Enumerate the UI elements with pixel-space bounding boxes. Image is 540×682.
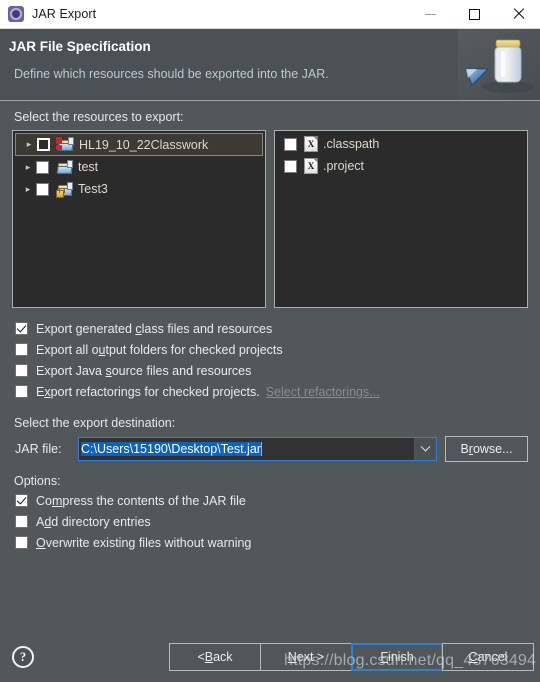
checkbox-label: Overwrite existing files without warning [36, 535, 252, 550]
file-list[interactable]: X .classpath X .project [274, 130, 528, 308]
java-project-icon [56, 159, 73, 175]
jar-export-icon [8, 6, 24, 22]
project-tree[interactable]: ▸ HL19_10_22Classwork ▸ test ▸ Test3 [12, 130, 266, 308]
dialog-content: Select the resources to export: ▸ HL19_1… [0, 102, 540, 553]
close-button[interactable] [496, 0, 540, 29]
cancel-button[interactable]: Cancel [442, 643, 534, 671]
checkbox-box[interactable] [15, 515, 28, 528]
file-checkbox[interactable] [284, 137, 297, 151]
tree-checkbox[interactable] [37, 138, 50, 151]
xml-file-icon: X [304, 158, 318, 174]
java-project-error-icon [56, 137, 74, 152]
checkbox-box[interactable] [15, 536, 28, 549]
checkbox-export-refactorings[interactable]: Export refactorings for checked projects… [15, 381, 528, 402]
jar-file-input[interactable]: C:\Users\15190\Desktop\Test.jar [79, 442, 414, 456]
checkbox-box[interactable] [15, 343, 28, 356]
checkbox-add-directory-entries[interactable]: Add directory entries [15, 511, 528, 532]
checkbox-label: Export generated class files and resourc… [36, 321, 273, 336]
banner-title: JAR File Specification [9, 39, 151, 54]
checkbox-compress-contents[interactable]: Compress the contents of the JAR file [15, 490, 528, 511]
xml-file-icon: X [304, 136, 318, 152]
expand-arrow-icon[interactable]: ▸ [18, 184, 36, 194]
minimize-button[interactable] [408, 0, 452, 29]
finish-button[interactable]: Finish [351, 643, 443, 671]
xml-file-glyph: X [307, 161, 315, 171]
list-item[interactable]: X .classpath [277, 133, 525, 155]
window-controls [408, 0, 540, 29]
export-options-group: Export generated class files and resourc… [12, 318, 528, 402]
tree-row[interactable]: ▸ Test3 [15, 178, 263, 200]
tree-item-label: test [78, 160, 99, 174]
window-titlebar: JAR Export [0, 0, 540, 29]
browse-button[interactable]: Br owse... [445, 436, 528, 462]
resources-label: Select the resources to export: [14, 110, 184, 124]
dialog-footer: ? < Back Next > Finish Cancel [0, 632, 540, 682]
file-checkbox[interactable] [284, 159, 297, 173]
maximize-button[interactable] [452, 0, 496, 29]
maximize-icon [468, 8, 480, 20]
tree-item-label: Test3 [78, 182, 108, 196]
tree-row[interactable]: ▸ test [15, 156, 263, 178]
file-name: .project [323, 159, 364, 173]
back-button[interactable]: < Back [169, 643, 261, 671]
xml-file-glyph: X [307, 139, 315, 149]
expand-arrow-icon[interactable]: ▸ [19, 140, 37, 149]
checkbox-label: Export refactorings for checked projects… [36, 384, 260, 399]
expand-arrow-icon[interactable]: ▸ [18, 162, 36, 172]
wizard-buttons: < Back Next > Finish Cancel [169, 643, 534, 671]
minimize-icon [424, 13, 436, 15]
file-name: .classpath [323, 137, 380, 151]
checkbox-label: Compress the contents of the JAR file [36, 493, 246, 508]
jar-file-combobox[interactable]: C:\Users\15190\Desktop\Test.jar [78, 437, 437, 461]
wizard-banner: JAR File Specification Define which reso… [0, 29, 540, 101]
chevron-down-icon[interactable] [414, 438, 436, 460]
window-title: JAR Export [32, 7, 97, 21]
tree-row[interactable]: ▸ HL19_10_22Classwork [15, 133, 263, 156]
close-icon [512, 8, 524, 20]
checkbox-box[interactable] [15, 494, 28, 507]
checkbox-export-all-output-folders[interactable]: Export all output folders for checked pr… [15, 339, 528, 360]
checkbox-box[interactable] [15, 322, 28, 335]
next-button[interactable]: Next > [260, 643, 352, 671]
jar-file-row: JAR file: C:\Users\15190\Desktop\Test.ja… [12, 436, 528, 462]
checkbox-label: Export all output folders for checked pr… [36, 342, 283, 357]
help-icon[interactable]: ? [12, 646, 34, 668]
destination-label: Select the export destination: [14, 416, 176, 430]
tree-checkbox[interactable] [36, 160, 49, 174]
tree-item-label: HL19_10_22Classwork [79, 137, 209, 152]
banner-subtitle: Define which resources should be exporte… [14, 67, 329, 81]
tree-checkbox[interactable] [36, 182, 49, 196]
checkbox-box[interactable] [15, 385, 28, 398]
options-group: Compress the contents of the JAR file Ad… [12, 490, 528, 553]
select-refactorings-link: Select refactorings... [265, 384, 380, 399]
jar-jar-icon [458, 29, 540, 100]
jar-file-value: C:\Users\15190\Desktop\Test.jar [81, 442, 261, 456]
checkbox-export-java-source-files[interactable]: Export Java source files and resources [15, 360, 528, 381]
java-project-locked-icon [56, 181, 73, 198]
list-item[interactable]: X .project [277, 155, 525, 177]
checkbox-box[interactable] [15, 364, 28, 377]
resource-panes: ▸ HL19_10_22Classwork ▸ test ▸ Test3 X .… [12, 130, 528, 308]
text-caret [260, 442, 262, 456]
checkbox-overwrite-existing-files[interactable]: Overwrite existing files without warning [15, 532, 528, 553]
checkbox-label: Export Java source files and resources [36, 363, 252, 378]
checkbox-export-generated-class-files[interactable]: Export generated class files and resourc… [15, 318, 528, 339]
jar-file-label: JAR file: [15, 442, 62, 456]
checkbox-label: Add directory entries [36, 514, 151, 529]
options-label: Options: [14, 474, 61, 488]
